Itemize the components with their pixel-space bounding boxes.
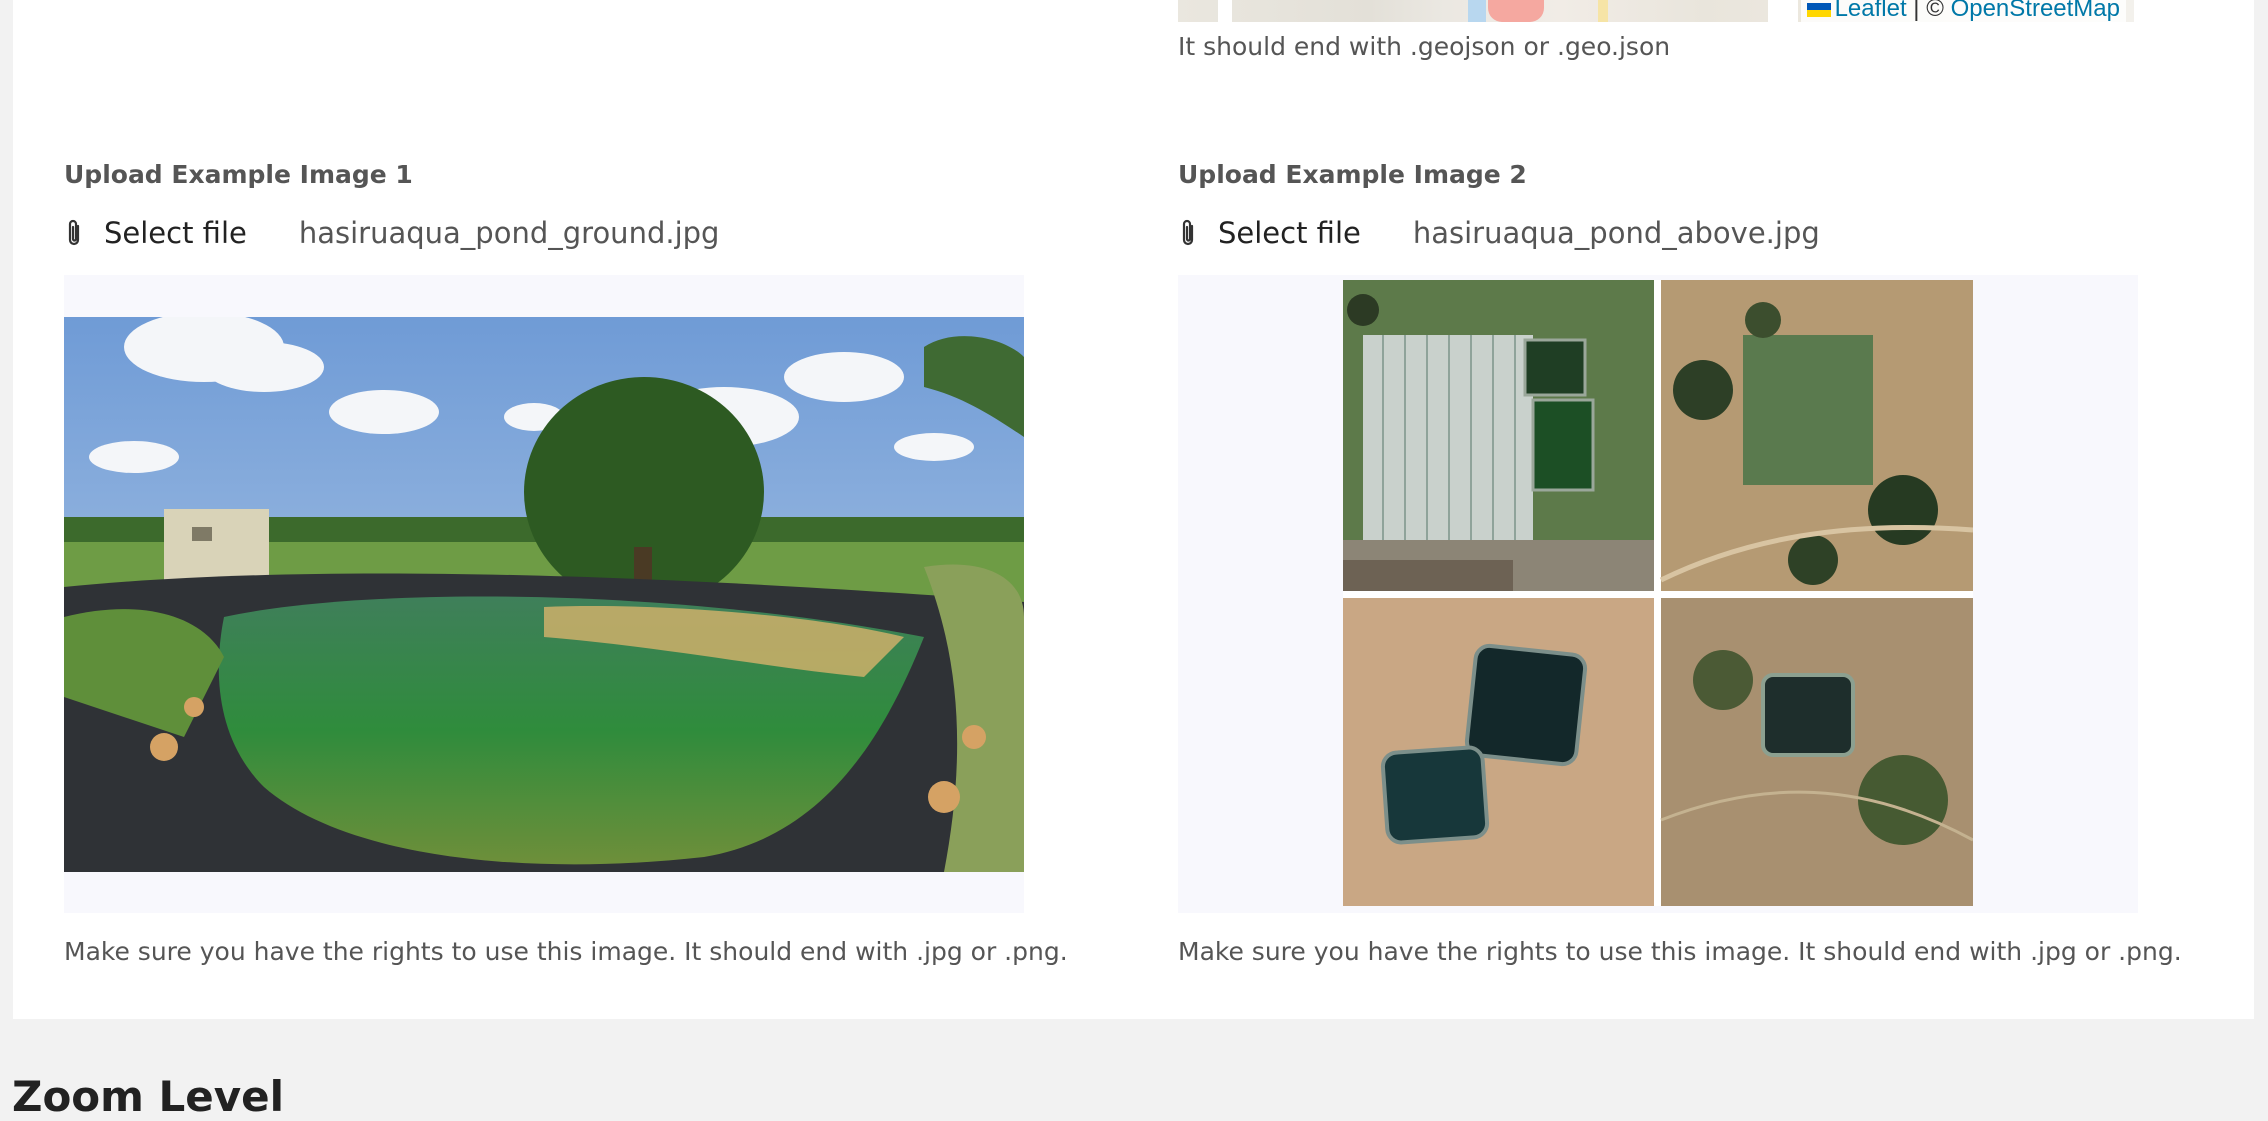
image-2-preview [1178,275,2138,913]
map-preview[interactable]: Leaflet | © OpenStreetMap [1178,0,2134,22]
leaflet-link[interactable]: Leaflet [1835,0,1907,22]
geojson-hint: It should end with .geojson or .geo.json [1178,32,1671,61]
zoom-level-heading: Zoom Level [12,1072,285,1121]
paperclip-icon [68,219,80,246]
selected-filename-2: hasiruaqua_pond_above.jpg [1412,216,1820,250]
map-attribution: Leaflet | © OpenStreetMap [1800,0,2126,22]
select-file-label: Select file [1218,216,1361,250]
image-2-hint: Make sure you have the rights to use thi… [1178,937,2182,966]
select-file-button-1[interactable]: Select file [64,216,247,250]
image-1-preview [64,275,1024,913]
pond-aerial-photo [1343,280,1973,906]
select-file-label: Select file [104,216,247,250]
attribution-separator: | © [1913,0,1944,22]
pond-ground-photo [64,317,1024,872]
upload-image-2-label: Upload Example Image 2 [1178,160,1527,189]
upload-image-1-label: Upload Example Image 1 [64,160,413,189]
upload-image-1-file-row: Select file hasiruaqua_pond_ground.jpg [64,213,719,253]
selected-filename-1: hasiruaqua_pond_ground.jpg [298,216,720,250]
select-file-button-2[interactable]: Select file [1178,216,1361,250]
paperclip-icon [1182,219,1194,246]
ukraine-flag-icon [1806,3,1831,17]
openstreetmap-link[interactable]: OpenStreetMap [1951,0,2120,22]
image-1-hint: Make sure you have the rights to use thi… [64,937,1068,966]
upload-image-2-file-row: Select file hasiruaqua_pond_above.jpg [1178,213,1820,253]
